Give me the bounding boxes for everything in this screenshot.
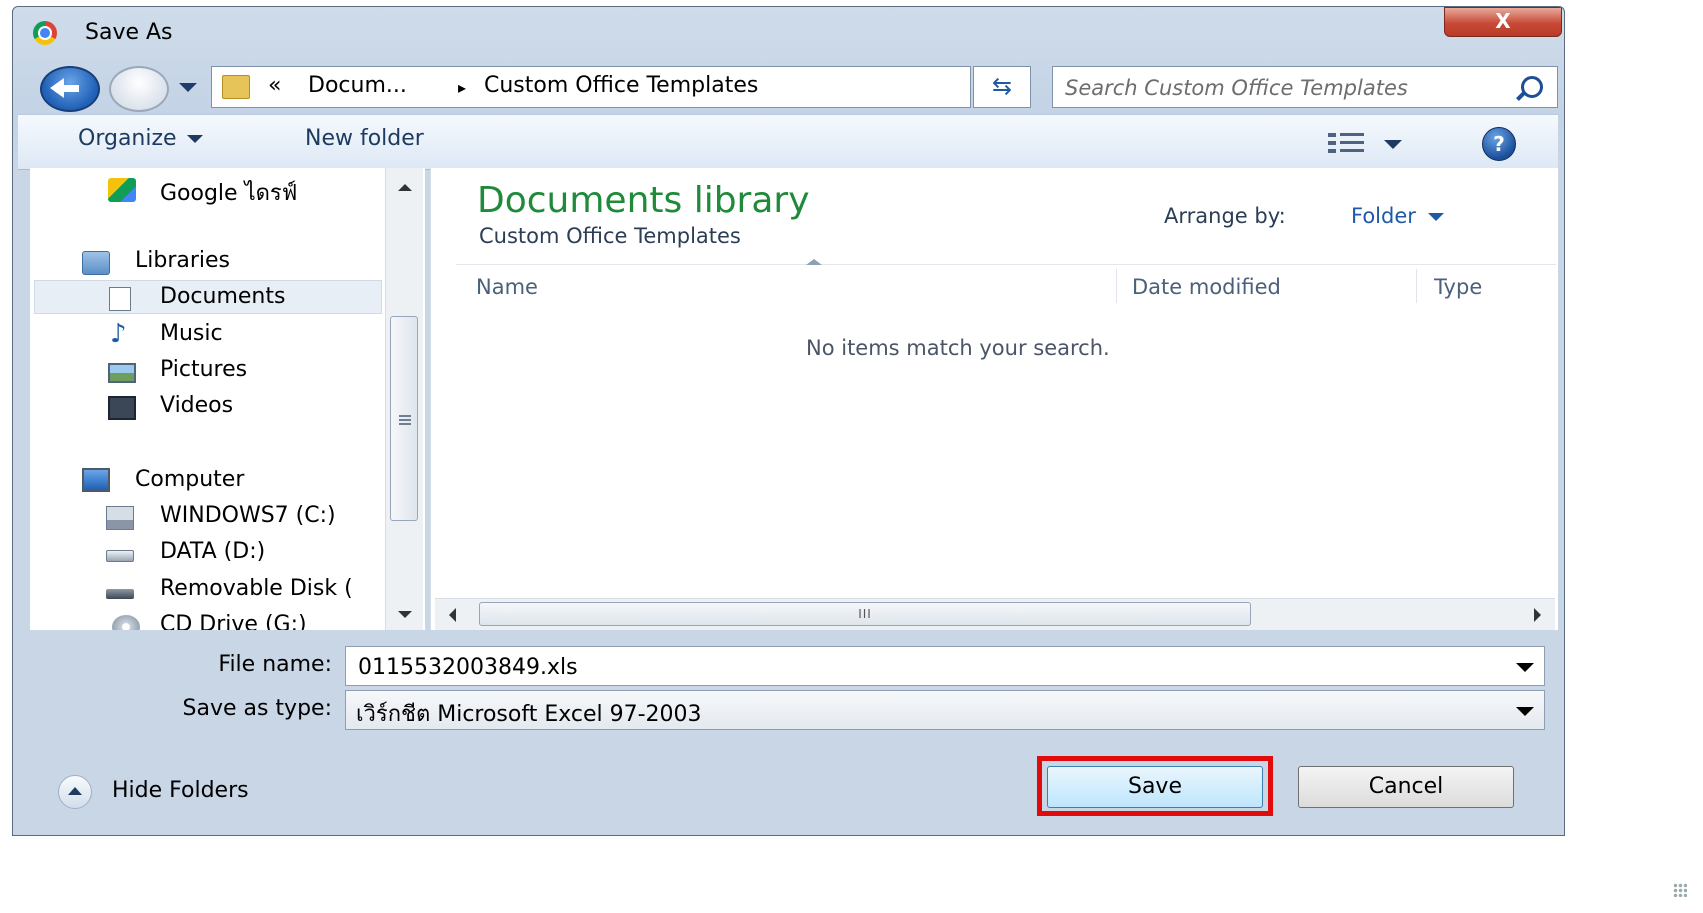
organize-label: Organize (78, 126, 177, 151)
pictures-icon (108, 363, 136, 383)
nav-label: Libraries (135, 248, 231, 273)
chevron-down-icon (1516, 707, 1534, 716)
documents-icon (109, 287, 131, 311)
organize-menu[interactable]: Organize (78, 126, 203, 151)
nav-label: Computer (135, 467, 245, 492)
nav-item-cd-drive[interactable]: CD Drive (G:) (30, 609, 385, 630)
libraries-icon (82, 251, 110, 275)
cancel-button[interactable]: Cancel (1298, 766, 1514, 808)
nav-label: CD Drive (G:) (160, 612, 307, 630)
refresh-icon: ⇆ (991, 72, 1013, 100)
save-as-type-select[interactable]: เวิร์กชีต Microsoft Excel 97-2003 (345, 690, 1545, 730)
column-header-date-modified[interactable]: Date modified (1132, 265, 1412, 309)
music-icon: ♪ (110, 319, 127, 349)
file-name-label: File name: (218, 652, 332, 677)
computer-icon (82, 468, 110, 492)
removable-disk-icon (106, 589, 134, 599)
view-options-dropdown-icon[interactable] (1384, 140, 1402, 149)
nav-item-documents[interactable]: Documents (34, 280, 382, 314)
arrange-by-value: Folder (1351, 204, 1416, 228)
google-drive-icon (108, 178, 136, 202)
scroll-down-icon[interactable] (398, 611, 412, 618)
search-icon[interactable] (1521, 76, 1543, 98)
column-header-name[interactable]: Name (476, 265, 1116, 309)
nav-label: Documents (160, 284, 286, 309)
breadcrumb-custom-office-templates[interactable]: Custom Office Templates (484, 73, 758, 98)
scroll-up-icon[interactable] (398, 184, 412, 191)
arrange-by-dropdown[interactable]: Folder (1351, 204, 1444, 228)
nav-item-pictures[interactable]: Pictures (30, 354, 385, 388)
search-input[interactable] (1063, 73, 1507, 103)
chevron-down-icon[interactable] (1516, 663, 1534, 672)
help-icon[interactable]: ? (1482, 127, 1516, 161)
nav-label: DATA (D:) (160, 539, 266, 564)
nav-label: WINDOWS7 (C:) (160, 503, 336, 528)
nav-item-google-drive[interactable]: Google ไดรฟ์ (30, 172, 385, 206)
nav-label: Removable Disk ( (160, 576, 353, 601)
arrange-by-label: Arrange by: (1164, 204, 1286, 228)
breadcrumb-separator-icon[interactable]: ▸ (458, 78, 466, 97)
cd-drive-icon (112, 615, 140, 630)
chrome-icon (33, 21, 57, 45)
nav-label: Pictures (160, 357, 248, 382)
videos-icon (108, 396, 136, 420)
hide-folders-label: Hide Folders (112, 778, 249, 803)
save-button[interactable]: Save (1047, 766, 1263, 808)
file-list-pane: Documents library Custom Office Template… (430, 168, 1558, 630)
save-as-type-value: เวิร์กชีต Microsoft Excel 97-2003 (356, 702, 702, 727)
breadcrumb-documents[interactable]: Docum... (308, 73, 407, 98)
save-as-type-label: Save as type: (182, 696, 333, 721)
scroll-thumb[interactable] (390, 316, 418, 521)
file-name-combobox[interactable] (345, 646, 1545, 686)
resize-grip-icon[interactable] (1673, 883, 1687, 897)
nav-item-c-drive[interactable]: WINDOWS7 (C:) (30, 500, 385, 534)
column-header-type[interactable]: Type (1434, 265, 1554, 309)
scroll-right-icon[interactable] (1534, 608, 1541, 622)
nav-pane-scrollbar[interactable] (385, 168, 423, 630)
nav-label: Music (160, 321, 223, 346)
forward-button[interactable] (109, 66, 169, 112)
nav-item-music[interactable]: ♪ Music (30, 318, 385, 352)
new-folder-button[interactable]: New folder (305, 126, 424, 151)
address-bar[interactable]: « Docum... ▸ Custom Office Templates (211, 66, 1148, 108)
back-button[interactable] (40, 66, 100, 112)
chevron-down-icon (186, 135, 203, 143)
nav-item-computer[interactable]: Computer (30, 464, 385, 498)
refresh-button[interactable]: ⇆ (973, 66, 1031, 108)
column-header-row: Name Date modified Type (456, 259, 1556, 309)
chevron-down-icon (1427, 213, 1444, 221)
command-bar: Organize New folder ? (18, 114, 1558, 170)
library-subtitle: Custom Office Templates (479, 224, 741, 248)
file-list-hscrollbar[interactable]: III (435, 598, 1555, 630)
collapse-up-icon (58, 775, 92, 809)
nav-label: Videos (160, 393, 234, 418)
nav-item-removable-disk[interactable]: Removable Disk ( (30, 573, 385, 607)
dialog-title: Save As (85, 20, 173, 45)
recent-locations-dropdown[interactable] (179, 83, 197, 92)
change-view-icon[interactable] (1328, 133, 1368, 155)
scroll-left-icon[interactable] (449, 608, 456, 622)
nav-item-d-drive[interactable]: DATA (D:) (30, 536, 385, 570)
scroll-thumb[interactable]: III (479, 602, 1251, 626)
search-box[interactable] (1052, 66, 1558, 108)
folder-icon (222, 75, 250, 99)
nav-item-videos[interactable]: Videos (30, 390, 385, 424)
nav-label: Google ไดรฟ์ (160, 181, 298, 206)
title-bar: Save As X (13, 7, 1564, 59)
hard-drive-icon (106, 550, 134, 562)
close-button[interactable]: X (1444, 7, 1562, 37)
navigation-pane: Google ไดรฟ์ Libraries Documents ♪ Music… (30, 168, 425, 630)
breadcrumb-overflow[interactable]: « (268, 73, 281, 98)
windows-drive-icon (106, 506, 134, 530)
library-title: Documents library (477, 180, 810, 221)
empty-message: No items match your search. (806, 336, 1110, 360)
nav-item-libraries[interactable]: Libraries (30, 245, 385, 279)
file-name-input[interactable] (356, 652, 1500, 682)
